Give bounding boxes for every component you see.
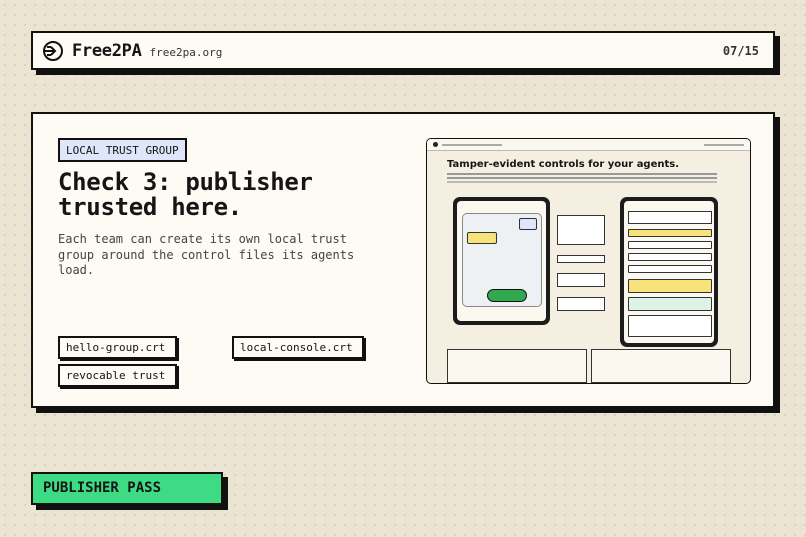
app-screenshot-preview: Tamper-evident controls for your agents. [426, 138, 751, 384]
preview-row-verification [628, 279, 712, 293]
preview-logo-icon [433, 142, 438, 147]
brand-domain: free2pa.org [149, 45, 223, 59]
preview-panel-where-to-add [591, 349, 731, 383]
preview-row-console-log [628, 315, 712, 337]
preview-row-trusted-publisher [628, 253, 712, 261]
preview-send-button [487, 289, 527, 302]
preview-topbar [427, 139, 750, 151]
preview-checking-header [628, 211, 712, 224]
publisher-pass-badge: PUBLISHER PASS [31, 472, 223, 505]
section-tag: LOCAL TRUST GROUP [58, 138, 187, 162]
preview-phone-console [620, 197, 718, 347]
preview-phone-chat [453, 197, 550, 325]
free2pa-logo-icon [43, 40, 63, 61]
chip-hello-group: hello-group.crt [58, 336, 177, 359]
header-bar: Free2PA free2pa.org 07/15 [31, 31, 775, 70]
preview-step-3 [557, 297, 605, 311]
preview-title: Tamper-evident controls for your agents. [447, 159, 680, 170]
chip-local-console: local-console.crt [232, 336, 364, 359]
preview-chat-area [462, 213, 542, 307]
preview-row-check-receipt [628, 229, 712, 237]
preview-user-bubble [519, 218, 537, 230]
preview-subtitle-lines [447, 173, 717, 175]
slide-counter: 07/15 [722, 43, 759, 58]
preview-step-2 [557, 273, 605, 287]
preview-step-1 [557, 255, 605, 263]
chip-revocable-trust: revocable trust [58, 364, 177, 387]
slide-description: Each team can create its own local trust… [58, 232, 355, 277]
preview-before-context-card [557, 215, 605, 245]
slide-card: LOCAL TRUST GROUP Check 3: publisher tru… [31, 112, 775, 408]
brand-name: Free2PA [72, 40, 142, 61]
preview-row-ready [628, 297, 712, 311]
preview-agent-bubble [467, 232, 497, 244]
preview-panel-what-page-proves [447, 349, 587, 383]
preview-row-return [628, 265, 712, 273]
slide-headline: Check 3: publisher trusted here. [58, 168, 313, 221]
preview-row-compare [628, 241, 712, 249]
